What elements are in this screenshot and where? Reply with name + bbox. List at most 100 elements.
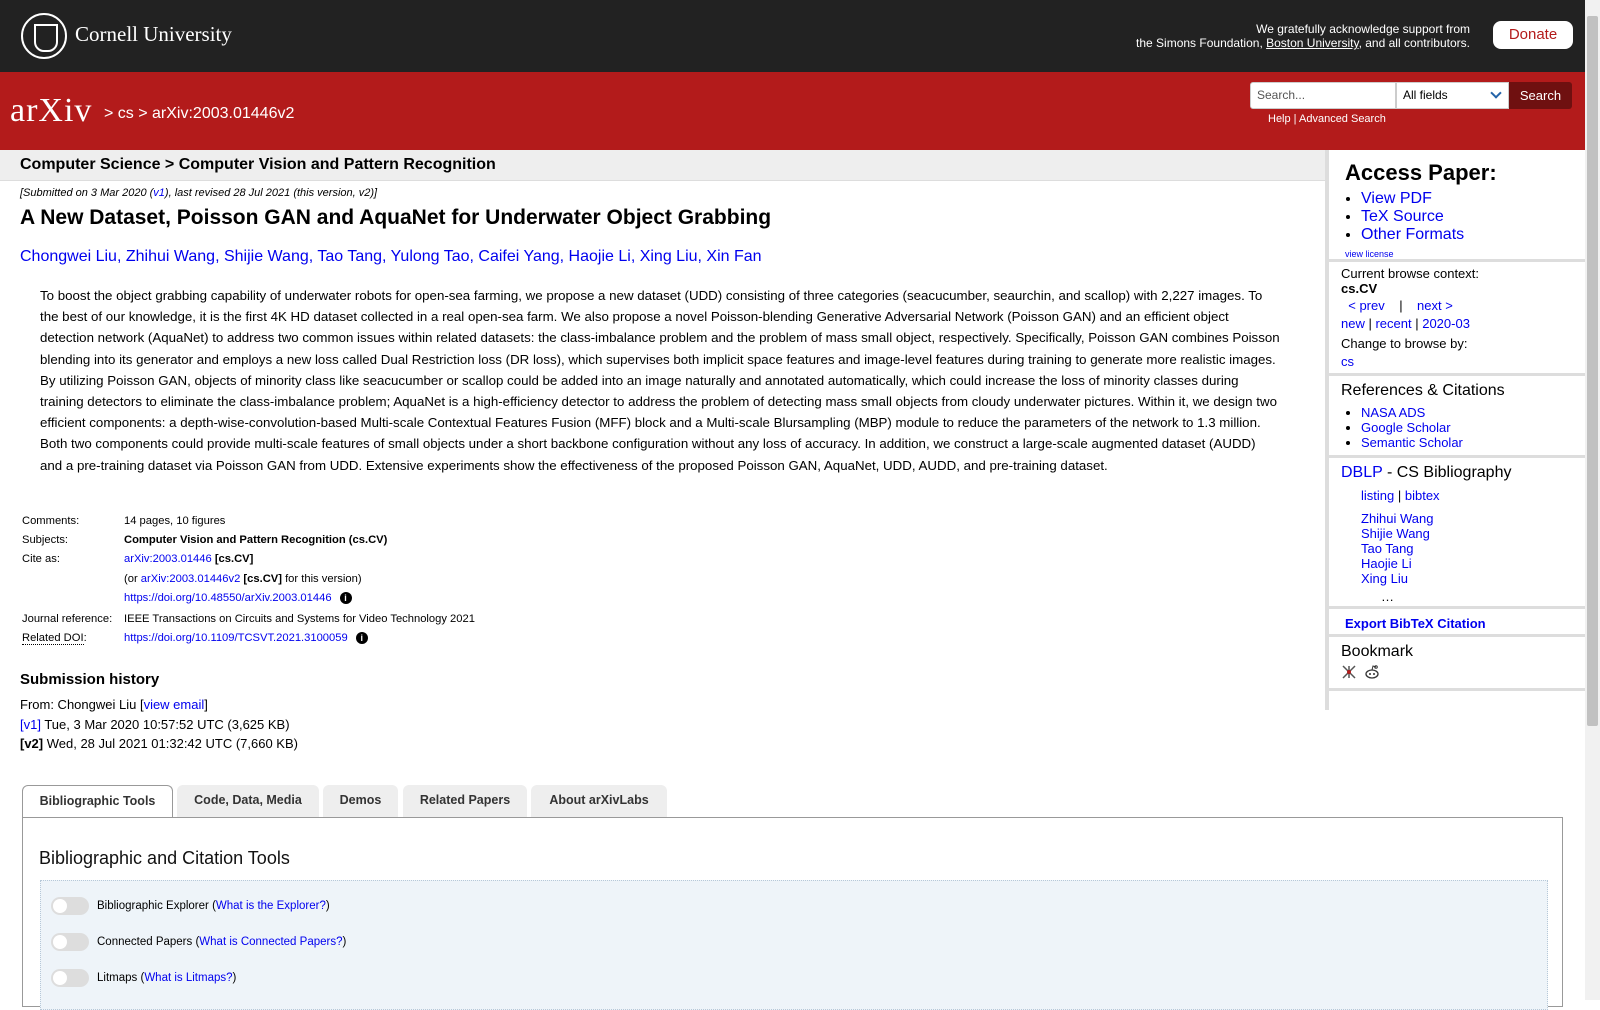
paper-title: A New Dataset, Poisson GAN and AquaNet f… (20, 206, 772, 229)
next-link[interactable]: next > (1417, 298, 1453, 313)
connected-papers-help-link[interactable]: What is Connected Papers? (199, 936, 342, 948)
search-field-select[interactable]: All fields (1396, 82, 1509, 109)
tab-demos[interactable]: Demos (323, 785, 398, 817)
support-text: We gratefully acknowledge support from t… (1136, 22, 1470, 50)
author-sep: , (215, 248, 224, 265)
scrollbar[interactable] (1585, 0, 1600, 1000)
v2-label: [v2] (20, 736, 44, 751)
doi-link[interactable]: https://doi.org/10.48550/arXiv.2003.0144… (124, 592, 332, 604)
cite-version-link[interactable]: arXiv:2003.01446v2 (141, 573, 241, 585)
scrollbar-thumb[interactable] (1587, 16, 1598, 726)
tab-about-arxivlabs[interactable]: About arXivLabs (531, 785, 667, 817)
view-pdf-link[interactable]: View PDF (1361, 190, 1432, 207)
explorer-label: Bibliographic Explorer (97, 900, 209, 913)
dblp-author-link[interactable]: Zhihui Wang (1361, 511, 1434, 526)
nasa-ads-link[interactable]: NASA ADS (1361, 405, 1425, 420)
litmaps-help-link[interactable]: What is Litmaps? (144, 972, 232, 984)
author-link[interactable]: Chongwei Liu (20, 248, 117, 265)
author-link[interactable]: Xing Liu (640, 248, 698, 265)
cornell-seal-icon[interactable] (21, 13, 67, 59)
cite2-post: for this version) (281, 573, 362, 585)
new-link[interactable]: new (1341, 316, 1365, 331)
explorer-toggle[interactable] (51, 897, 89, 915)
arxiv-header: arXiv > cs > arXiv:2003.01446v2 Search..… (0, 72, 1585, 150)
tab-code-data-media[interactable]: Code, Data, Media (177, 785, 319, 817)
breadcrumb-cs[interactable]: cs (118, 105, 134, 122)
advanced-search-link[interactable]: Advanced Search (1299, 113, 1386, 125)
author-link[interactable]: Zhihui Wang (126, 248, 215, 265)
boston-university-link[interactable]: Boston University (1266, 36, 1358, 50)
dblp-authors: Zhihui Wang Shijie Wang Tao Tang Haojie Li X… (1361, 511, 1585, 586)
search-button[interactable]: Search (1509, 82, 1572, 109)
cite-tag: [cs.CV] (214, 553, 254, 565)
dblp-author-link[interactable]: Shijie Wang (1361, 526, 1430, 541)
date-link[interactable]: 2020-03 (1422, 316, 1470, 331)
dblp-listing-link[interactable]: listing (1361, 488, 1394, 503)
browse-context: cs.CV (1341, 281, 1378, 296)
comments-value: 14 pages, 10 figures (124, 515, 226, 527)
submitted-v1-link[interactable]: v1 (153, 187, 165, 199)
donate-button[interactable]: Donate (1493, 21, 1573, 49)
dblp-bibtex-link[interactable]: bibtex (1405, 488, 1440, 503)
v1-date: Tue, 3 Mar 2020 10:57:52 UTC (3,625 KB) (40, 716, 290, 732)
search-input[interactable]: Search... (1250, 82, 1396, 109)
browse-context-label: Current browse context: (1341, 266, 1480, 281)
info-icon[interactable]: i (339, 592, 352, 605)
journal-label: Journal reference: (22, 613, 113, 625)
related-doi-colon: : (83, 632, 87, 644)
support-line2-pre: the Simons Foundation, (1136, 36, 1267, 50)
submission-history: From: Chongwei Liu [view email] [v1] Tue… (20, 695, 298, 754)
related-doi-label[interactable]: Related DOI (22, 632, 84, 645)
v1-link[interactable]: [v1] (20, 717, 41, 732)
author-link[interactable]: Xin Fan (706, 248, 761, 265)
other-formats-link[interactable]: Other Formats (1361, 226, 1464, 243)
tab-related-papers[interactable]: Related Papers (403, 785, 527, 817)
tex-source-link[interactable]: TeX Source (1361, 208, 1444, 225)
help-link[interactable]: Help (1268, 113, 1291, 125)
subject-header: Computer Science > Computer Vision and P… (20, 156, 496, 173)
info-icon[interactable]: i (355, 632, 368, 645)
submitted-pre: [Submitted on 3 Mar 2020 ( (20, 187, 154, 199)
prev-link[interactable]: < prev (1348, 298, 1385, 313)
connected-papers-toggle[interactable] (51, 933, 89, 951)
abstract: To boost the object grabbing capability … (40, 288, 1280, 473)
journal-value: IEEE Transactions on Circuits and System… (124, 613, 475, 625)
tools-box: Bibliographic Explorer (What is the Expl… (40, 880, 1548, 1010)
google-scholar-link[interactable]: Google Scholar (1361, 420, 1451, 435)
recent-link[interactable]: recent (1375, 316, 1411, 331)
author-link[interactable]: Tao Tang (317, 248, 382, 265)
view-license-link[interactable]: view license (1345, 249, 1394, 259)
cornell-name[interactable]: Cornell University (75, 22, 232, 47)
author-link[interactable]: Haojie Li (569, 248, 631, 265)
author-link[interactable]: Caifei Yang (478, 248, 559, 265)
reddit-icon[interactable] (1364, 664, 1380, 680)
cite2-tag: [cs.CV] (243, 573, 282, 585)
litmaps-toggle[interactable] (51, 969, 89, 987)
explorer-help-link[interactable]: What is the Explorer? (216, 900, 326, 912)
v2-date: Wed, 28 Jul 2021 01:32:42 UTC (7,660 KB) (43, 736, 298, 751)
search-field-value: All fields (1403, 88, 1448, 102)
breadcrumb: > cs > arXiv:2003.01446v2 (104, 105, 294, 123)
export-bibtex-link[interactable]: Export BibTeX Citation (1345, 616, 1486, 631)
support-line1: We gratefully acknowledge support from (1256, 22, 1470, 36)
submission-dates: [Submitted on 3 Mar 2020 (v1), last revi… (20, 187, 377, 199)
prev-next-sep: | (1399, 298, 1403, 313)
subjects-label: Subjects: (22, 534, 69, 546)
view-email-link[interactable]: view email (144, 697, 205, 712)
author-link[interactable]: Shijie Wang (224, 248, 309, 265)
dblp-link[interactable]: DBLP (1341, 464, 1383, 481)
dblp-author-link[interactable]: Haojie Li (1361, 556, 1412, 571)
tab-bibliographic-tools[interactable]: Bibliographic Tools (22, 785, 173, 818)
arxiv-logo[interactable]: arXiv (10, 92, 92, 130)
semantic-scholar-link[interactable]: Semantic Scholar (1361, 435, 1463, 450)
sidebar: Access Paper: View PDF TeX Source Other … (1325, 150, 1585, 710)
related-doi-link[interactable]: https://doi.org/10.1109/TCSVT.2021.31000… (124, 632, 348, 644)
subjects-value: Computer Vision and Pattern Recognition … (124, 534, 388, 546)
author-sep: , (630, 248, 640, 265)
cite-link[interactable]: arXiv:2003.01446 (124, 553, 212, 565)
dblp-author-link[interactable]: Tao Tang (1361, 541, 1414, 556)
browse-cs-link[interactable]: cs (1341, 354, 1354, 369)
author-link[interactable]: Yulong Tao (391, 248, 470, 265)
bibsonomy-icon[interactable] (1341, 664, 1357, 680)
dblp-author-link[interactable]: Xing Liu (1361, 571, 1408, 586)
